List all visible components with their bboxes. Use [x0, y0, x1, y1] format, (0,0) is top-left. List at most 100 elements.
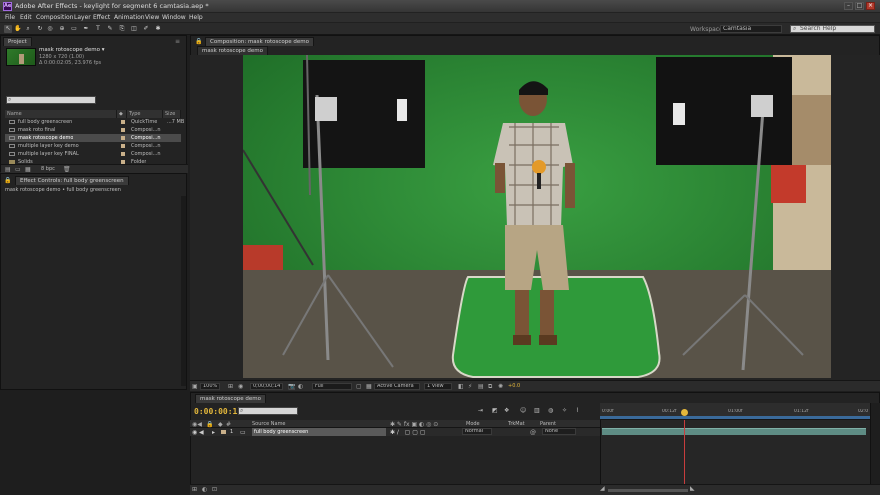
draft-3d-icon[interactable]: ❖ — [504, 407, 509, 414]
reset-exposure-icon[interactable]: ✺ — [498, 383, 503, 390]
work-area-bar[interactable] — [600, 416, 870, 419]
menu-composition[interactable]: Composition — [36, 14, 73, 21]
minimize-button[interactable]: – — [844, 2, 853, 10]
clone-stamp-tool-icon[interactable]: ⎘ — [118, 25, 126, 33]
project-item-multiple-layer-key-demo[interactable]: multiple layer key demo Composi...n — [5, 142, 181, 150]
timeline-search-input[interactable]: ⌕ — [238, 407, 298, 415]
project-item-multiple-layer-key-final[interactable]: multiple layer key FINAL Composi...n — [5, 150, 181, 158]
roto-brush-tool-icon[interactable]: ✐ — [142, 25, 150, 33]
layer-name[interactable]: full body greenscreen — [252, 428, 386, 436]
layer-label-swatch[interactable] — [221, 430, 226, 434]
pen-tool-icon[interactable]: ✒ — [82, 25, 90, 33]
composition-frame[interactable] — [243, 55, 831, 378]
view-layout-dropdown[interactable]: 1 View — [424, 383, 452, 390]
audio-icon[interactable]: ◀ — [199, 429, 204, 436]
zoom-slider[interactable] — [608, 489, 688, 492]
effect-controls-scrollbar[interactable] — [181, 196, 186, 386]
time-ruler[interactable]: 0:00f 00:12f 01:00f 01:12f 02:0 — [600, 403, 870, 420]
maximize-button[interactable]: □ — [855, 2, 864, 10]
menu-help[interactable]: Help — [189, 14, 203, 21]
column-trkmat[interactable]: TrkMat — [508, 421, 525, 427]
layer-number-column-icon[interactable]: # — [226, 421, 231, 428]
layer-switches-icon[interactable]: ✱ ∕ ▢ ▢ ▢ — [390, 429, 426, 436]
rotation-tool-icon[interactable]: ↻ — [36, 25, 44, 33]
column-size[interactable]: Size — [163, 110, 181, 118]
column-name[interactable]: Name — [5, 110, 117, 118]
pick-whip-icon[interactable]: @ — [530, 429, 536, 436]
toggle-switches-icon[interactable]: ⊞ — [192, 486, 197, 493]
parent-dropdown[interactable]: None — [542, 428, 576, 435]
motion-blur-icon[interactable]: ◍ — [548, 407, 553, 414]
project-item-mask-roto-final[interactable]: mask roto final Composi...n — [5, 126, 181, 134]
menu-edit[interactable]: Edit — [20, 14, 32, 21]
hand-tool-icon[interactable]: ✋ — [14, 25, 22, 33]
safe-areas-icon[interactable]: ⊞ — [228, 383, 233, 390]
timeline-scrollbar[interactable] — [870, 403, 880, 495]
column-type[interactable]: Type — [127, 110, 163, 118]
live-update-icon[interactable]: ◩ — [492, 407, 498, 414]
tab-comp-flowchart[interactable]: mask rotoscope demo — [197, 46, 269, 55]
toggle-in-out-icon[interactable]: ⊡ — [212, 486, 217, 493]
comp-lock-icon[interactable]: 🔒 — [195, 38, 202, 45]
show-snapshot-icon[interactable]: ◐ — [298, 383, 303, 390]
zoom-out-icon[interactable]: ◢ — [600, 485, 605, 492]
camera-dropdown[interactable]: Active Camera — [374, 383, 420, 390]
lock-column-icon[interactable]: 🔒 — [206, 421, 213, 428]
snapshot-icon[interactable]: 📷 — [288, 383, 295, 390]
puppet-tool-icon[interactable]: ✱ — [154, 25, 162, 33]
comp-mini-flowchart-icon[interactable]: ⇥ — [478, 407, 483, 414]
rectangle-tool-icon[interactable]: ▭ — [70, 25, 78, 33]
column-label-icon[interactable]: ◆ — [117, 110, 127, 118]
av-features-icon[interactable]: ◉◀ — [192, 421, 202, 428]
menu-file[interactable]: File — [5, 14, 15, 21]
timeline-icon[interactable]: ▤ — [478, 383, 484, 390]
brainstorm-icon[interactable]: ✧ — [562, 407, 567, 414]
blend-mode-dropdown[interactable]: Normal — [462, 428, 492, 435]
selection-tool-icon[interactable]: ↖ — [4, 25, 12, 33]
tab-project[interactable]: Project — [3, 37, 32, 46]
tab-effect-controls[interactable]: Effect Controls: full body greenscreen — [15, 176, 129, 185]
timeline-layer-row[interactable]: ◉ ◀ ▸ 1 ▭ full body greenscreen ✱ ∕ ▢ ▢ … — [190, 428, 600, 436]
playhead-handle-icon[interactable] — [681, 409, 688, 416]
tab-composition[interactable]: Composition: mask rotoscope demo — [205, 37, 314, 46]
resolution-dropdown[interactable]: Full — [312, 383, 352, 390]
graph-editor-icon[interactable]: ⌇ — [576, 407, 579, 414]
new-folder-icon[interactable]: ▭ — [15, 166, 21, 173]
interpret-footage-icon[interactable]: ▤ — [5, 166, 11, 173]
region-of-interest-icon[interactable]: ▢ — [356, 383, 362, 390]
column-parent[interactable]: Parent — [540, 421, 556, 427]
type-tool-icon[interactable]: T — [94, 25, 102, 33]
flowchart-icon[interactable]: ⧉ — [488, 383, 492, 391]
bit-depth-button[interactable]: 8 bpc — [41, 166, 55, 172]
menu-window[interactable]: Window — [162, 14, 186, 21]
menu-animation[interactable]: Animation — [114, 14, 145, 21]
toggle-modes-icon[interactable]: ◐ — [202, 486, 207, 493]
switches-icon[interactable]: ✱ ✎ fx ▣ ◐ ◎ ⊙ — [390, 421, 438, 428]
pan-behind-tool-icon[interactable]: ⊕ — [58, 25, 66, 33]
camera-tool-icon[interactable]: ◎ — [46, 25, 54, 33]
effect-lock-icon[interactable]: 🔒 — [4, 177, 11, 184]
menu-effect[interactable]: Effect — [93, 14, 110, 21]
eraser-tool-icon[interactable]: ◫ — [130, 25, 138, 33]
expand-layer-icon[interactable]: ▸ — [212, 429, 215, 436]
always-preview-icon[interactable]: ▣ — [192, 383, 198, 390]
panel-menu-icon[interactable]: ≡ — [175, 38, 180, 45]
toggle-pixel-aspect-icon[interactable]: ◧ — [458, 383, 464, 390]
current-time-display[interactable]: 0;00;00;14 — [250, 383, 284, 390]
hide-shy-layers-icon[interactable]: ☺ — [520, 407, 526, 414]
transparency-grid-icon[interactable]: ▦ — [366, 383, 372, 390]
exposure-value[interactable]: +0.0 — [508, 383, 520, 389]
fast-previews-icon[interactable]: ⚡ — [468, 383, 472, 390]
layer-duration-bar[interactable] — [602, 428, 866, 435]
close-button[interactable]: × — [866, 2, 875, 10]
frame-blending-icon[interactable]: ▥ — [534, 407, 540, 414]
column-mode[interactable]: Mode — [466, 421, 480, 427]
brush-tool-icon[interactable]: ✎ — [106, 25, 114, 33]
menu-view[interactable]: View — [145, 14, 159, 21]
column-source-name[interactable]: Source Name — [252, 421, 286, 427]
video-visibility-icon[interactable]: ◉ — [192, 429, 197, 436]
selected-item-name[interactable]: mask rotoscope demo ▾ — [39, 47, 105, 53]
tab-timeline[interactable]: mask rotoscope demo — [195, 394, 267, 403]
timeline-timecode[interactable]: 0:00:00:15 — [194, 407, 242, 416]
trash-icon[interactable]: 🗑 — [63, 166, 71, 173]
